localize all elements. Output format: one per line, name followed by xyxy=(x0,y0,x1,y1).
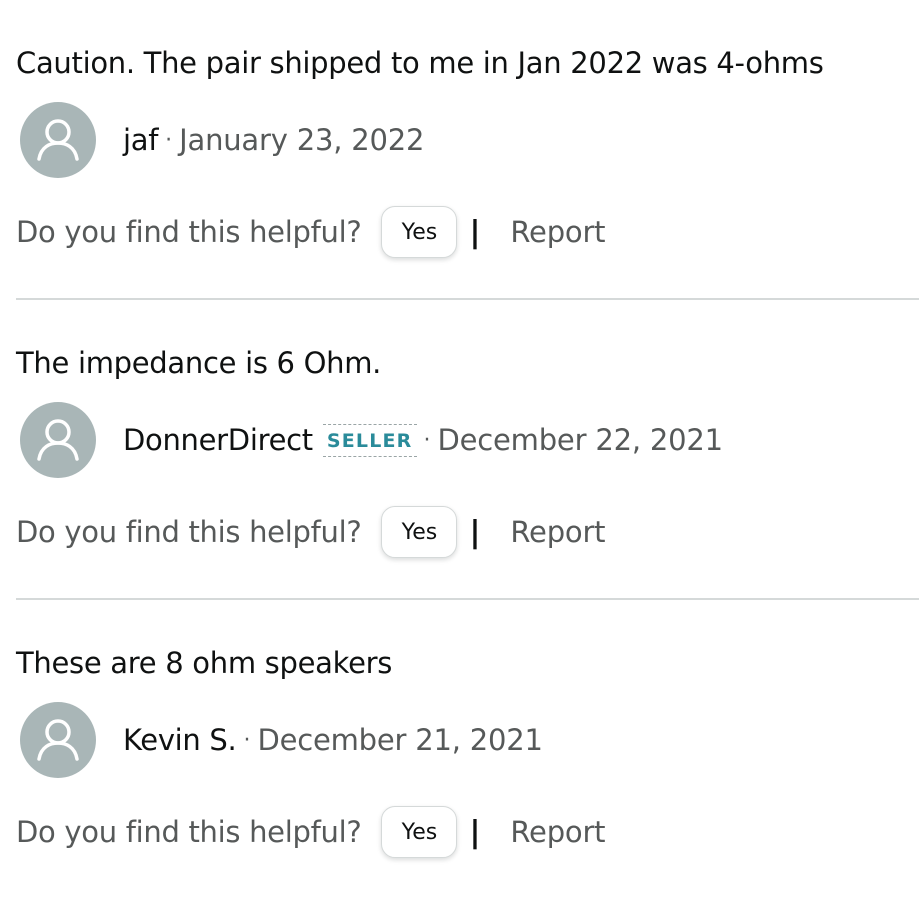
report-link[interactable]: Report xyxy=(510,815,605,849)
avatar-icon xyxy=(20,702,96,778)
yes-button[interactable]: Yes xyxy=(381,506,458,558)
avatar-icon xyxy=(20,402,96,478)
answer-text: Caution. The pair shipped to me in Jan 2… xyxy=(16,46,824,80)
user-silhouette-icon xyxy=(37,719,79,761)
author-name[interactable]: jaf xyxy=(123,123,158,157)
answer-date: January 23, 2022 xyxy=(179,123,425,157)
answer-author-row: jaf · January 23, 2022 xyxy=(20,101,424,179)
report-link[interactable]: Report xyxy=(510,515,605,549)
answer-text: These are 8 ohm speakers xyxy=(16,646,393,680)
answer-text: The impedance is 6 Ohm. xyxy=(16,346,382,380)
avatar-icon xyxy=(20,102,96,178)
answer-author-row: DonnerDirect SELLER · December 22, 2021 xyxy=(20,401,723,479)
user-silhouette-icon xyxy=(37,119,79,161)
helpful-question: Do you find this helpful? xyxy=(16,515,362,549)
helpful-row: Do you find this helpful? Yes | Report xyxy=(16,505,606,559)
answers-list: Caution. The pair shipped to me in Jan 2… xyxy=(0,0,919,900)
separator-dot: · xyxy=(423,427,431,453)
helpful-row: Do you find this helpful? Yes | Report xyxy=(16,805,606,859)
helpful-question: Do you find this helpful? xyxy=(16,815,362,849)
helpful-row: Do you find this helpful? Yes | Report xyxy=(16,205,606,259)
helpful-question: Do you find this helpful? xyxy=(16,215,362,249)
report-link[interactable]: Report xyxy=(510,215,605,249)
separator-dot: · xyxy=(243,727,251,753)
answer-author-row: Kevin S. · December 21, 2021 xyxy=(20,701,543,779)
pipe-divider: | xyxy=(469,214,481,250)
pipe-divider: | xyxy=(469,514,481,550)
answer-date: December 22, 2021 xyxy=(437,423,724,457)
user-silhouette-icon xyxy=(37,419,79,461)
author-name[interactable]: Kevin S. xyxy=(123,723,237,757)
author-name[interactable]: DonnerDirect xyxy=(123,423,313,457)
answer-item: These are 8 ohm speakers Kevin S. · Dece… xyxy=(16,600,919,900)
separator-dot: · xyxy=(165,127,173,153)
yes-button[interactable]: Yes xyxy=(381,206,458,258)
answer-item: Caution. The pair shipped to me in Jan 2… xyxy=(16,0,919,300)
answer-date: December 21, 2021 xyxy=(257,723,543,757)
answer-item: The impedance is 6 Ohm. DonnerDirect SEL… xyxy=(16,300,919,600)
seller-badge[interactable]: SELLER xyxy=(322,423,417,457)
pipe-divider: | xyxy=(469,814,481,850)
yes-button[interactable]: Yes xyxy=(381,806,458,858)
